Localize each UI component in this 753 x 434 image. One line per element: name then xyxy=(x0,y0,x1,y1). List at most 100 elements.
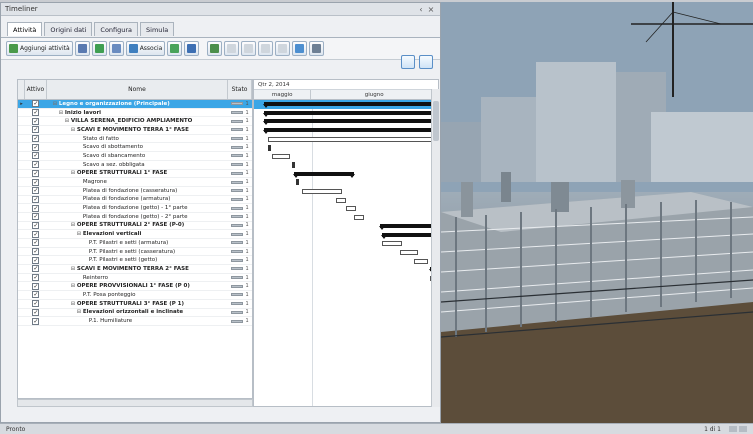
collapse-icon[interactable]: ‹ xyxy=(416,5,426,14)
table-row[interactable]: ✓ ⊟ Inizio lavori 1 xyxy=(18,109,252,118)
expand-collapse-icon[interactable]: ⊟ xyxy=(57,110,65,116)
gantt-summary-bar[interactable] xyxy=(263,110,438,117)
name-column-header[interactable]: Nome xyxy=(47,80,229,99)
tab-attivita[interactable]: Attività xyxy=(7,22,43,36)
expand-collapse-icon[interactable]: ⊟ xyxy=(51,101,59,107)
table-row[interactable]: ✓ P.1. Humiliature 1 xyxy=(18,317,252,326)
table-row[interactable]: ✓ Scavo di sbottamento 1 xyxy=(18,143,252,153)
activity-name-cell[interactable]: ⊟ OPERE STRUTTURALI 1° FASE xyxy=(47,170,228,176)
table-row[interactable]: ✓ Scavo di sbancamento 1 xyxy=(18,152,252,161)
activity-name-cell[interactable]: Scavo di sbancamento xyxy=(47,153,228,159)
table-row[interactable]: ✓ ⊟ OPERE STRUTTURALI 3° FASE (P 1) 1 xyxy=(18,300,252,309)
activity-name-cell[interactable]: Platea di fondazione (armatura) xyxy=(47,196,228,202)
table-row[interactable]: ✓ Platea di fondazione (armatura) 1 xyxy=(18,195,252,205)
table-row[interactable]: ▸ ✓ ⊟ Legno e organizzazione (Principale) 1 xyxy=(18,100,252,109)
table-row[interactable]: ✓ Platea di fondazione (getto) - 2° parte… xyxy=(18,213,252,222)
remove-button[interactable] xyxy=(74,41,90,56)
active-checkbox[interactable]: ✓ xyxy=(32,100,40,108)
activity-name-cell[interactable]: P.T. Pilastri e setti (getto) xyxy=(47,257,228,263)
activity-name-cell[interactable]: ⊟ OPERE STRUTTURALI 2° FASE (P-0) xyxy=(47,222,228,228)
active-checkbox[interactable]: ✓ xyxy=(32,152,40,160)
active-checkbox[interactable]: ✓ xyxy=(32,195,40,203)
activity-name-cell[interactable]: Platea di fondazione (getto) - 2° parte xyxy=(47,214,228,220)
rule-button[interactable] xyxy=(207,41,223,56)
table-row[interactable]: ✓ P.T. Posa ponteggio 1 xyxy=(18,291,252,300)
active-checkbox[interactable]: ✓ xyxy=(32,265,40,273)
activity-name-cell[interactable]: ⊟ Elevazioni verticali xyxy=(47,231,228,237)
expand-collapse-icon[interactable]: ⊟ xyxy=(75,231,83,237)
active-column-header[interactable]: Attivo xyxy=(25,80,47,99)
activity-name-cell[interactable]: ⊟ SCAVI E MOVIMENTO TERRA 2° FASE xyxy=(47,266,228,272)
gantt-task-bar[interactable] xyxy=(336,197,346,203)
columns-button[interactable] xyxy=(309,41,325,56)
active-checkbox[interactable]: ✓ xyxy=(32,187,40,195)
active-checkbox[interactable]: ✓ xyxy=(32,109,40,117)
active-checkbox[interactable]: ✓ xyxy=(32,239,40,247)
activity-name-cell[interactable]: ⊟ Legno e organizzazione (Principale) xyxy=(47,101,228,107)
activity-name-cell[interactable]: Stato di fatto xyxy=(47,136,228,142)
table-row[interactable]: ✓ Platea di fondazione (getto) - 1° parte… xyxy=(18,204,252,213)
move-down-button[interactable] xyxy=(241,41,257,56)
active-checkbox[interactable]: ✓ xyxy=(32,282,40,290)
next-page-button[interactable] xyxy=(739,426,747,432)
gantt-summary-bar[interactable] xyxy=(263,102,438,108)
table-row[interactable]: ✓ ⊟ OPERE STRUTTURALI 1° FASE 1 xyxy=(18,169,252,179)
expand-collapse-icon[interactable]: ⊟ xyxy=(75,309,83,315)
table-row[interactable]: ✓ ⊟ VILLA SERENA_EDIFICIO AMPLIAMENTO 1 xyxy=(18,117,252,127)
activity-name-cell[interactable]: ⊟ OPERE PROVVISIONALI 1° FASE (P 0) xyxy=(47,283,228,289)
active-checkbox[interactable]: ✓ xyxy=(32,274,40,282)
activity-name-cell[interactable]: Scavo a sez. obbligata xyxy=(47,162,228,168)
table-row[interactable]: ✓ Reinterro 1 xyxy=(18,274,252,283)
comment-button[interactable] xyxy=(292,41,308,56)
activity-name-cell[interactable]: P.T. Pilastri e setti (armatura) xyxy=(47,240,228,246)
move-up-button[interactable] xyxy=(224,41,240,56)
filter-button[interactable] xyxy=(184,41,200,56)
gantt-view-button[interactable] xyxy=(401,55,415,69)
table-row[interactable]: ✓ ⊟ SCAVI E MOVIMENTO TERRA 1° FASE 1 xyxy=(18,126,252,135)
gantt-milestone[interactable] xyxy=(292,161,295,168)
activity-name-cell[interactable]: Platea di fondazione (casseratura) xyxy=(47,188,228,194)
active-checkbox[interactable]: ✓ xyxy=(32,308,40,316)
vertical-scrollbar[interactable] xyxy=(431,89,440,407)
expand-collapse-icon[interactable]: ⊟ xyxy=(69,266,77,272)
detach-button[interactable] xyxy=(167,41,183,56)
gantt-milestone[interactable] xyxy=(268,144,271,151)
grid-view-button[interactable] xyxy=(419,55,433,69)
gantt-summary-bar[interactable] xyxy=(263,119,438,126)
gantt-task-bar[interactable] xyxy=(354,215,364,221)
table-row[interactable]: ✓ Platea di fondazione (casseratura) 1 xyxy=(18,187,252,196)
attach-button[interactable]: Associa xyxy=(125,41,166,56)
activity-name-cell[interactable]: P.1. Humiliature xyxy=(47,318,228,324)
gantt-task-bar[interactable] xyxy=(346,206,356,212)
active-checkbox[interactable]: ✓ xyxy=(32,169,40,177)
expand-collapse-icon[interactable]: ⊟ xyxy=(69,283,77,289)
expand-collapse-icon[interactable]: ⊟ xyxy=(63,118,71,124)
gantt-milestone[interactable] xyxy=(296,179,299,186)
expand-collapse-icon[interactable]: ⊟ xyxy=(69,222,77,228)
activity-name-cell[interactable]: Scavo di sbottamento xyxy=(47,144,228,150)
activity-name-cell[interactable]: Platea di fondazione (getto) - 1° parte xyxy=(47,205,228,211)
gantt-task-bar[interactable] xyxy=(382,241,402,247)
prev-page-button[interactable] xyxy=(729,426,737,432)
active-checkbox[interactable]: ✓ xyxy=(32,291,40,299)
zoom-button[interactable] xyxy=(258,41,274,56)
tab-configura[interactable]: Configura xyxy=(94,22,139,36)
active-checkbox[interactable]: ✓ xyxy=(32,213,40,221)
activity-name-cell[interactable]: ⊟ Inizio lavori xyxy=(47,110,228,116)
activity-name-cell[interactable]: Reinterro xyxy=(47,275,228,281)
tab-simula[interactable]: Simula xyxy=(140,22,175,36)
close-icon[interactable]: × xyxy=(426,5,436,14)
activity-name-cell[interactable]: ⊟ Elevazioni orizzontali e inclinate xyxy=(47,309,228,315)
active-checkbox[interactable]: ✓ xyxy=(32,143,40,151)
expand-collapse-icon[interactable]: ⊟ xyxy=(69,127,77,133)
active-checkbox[interactable]: ✓ xyxy=(32,135,40,143)
3d-viewport[interactable] xyxy=(441,2,753,423)
gantt-task-bar[interactable] xyxy=(400,249,418,255)
status-column-header[interactable]: Stato xyxy=(228,80,252,99)
active-checkbox[interactable]: ✓ xyxy=(32,300,40,308)
active-checkbox[interactable]: ✓ xyxy=(32,230,40,238)
gantt-summary-bar[interactable] xyxy=(263,128,438,135)
table-row[interactable]: ✓ ⊟ SCAVI E MOVIMENTO TERRA 2° FASE 1 xyxy=(18,265,252,274)
activity-name-cell[interactable]: P.T. Pilastri e setti (casseratura) xyxy=(47,249,228,255)
find-button[interactable] xyxy=(275,41,291,56)
